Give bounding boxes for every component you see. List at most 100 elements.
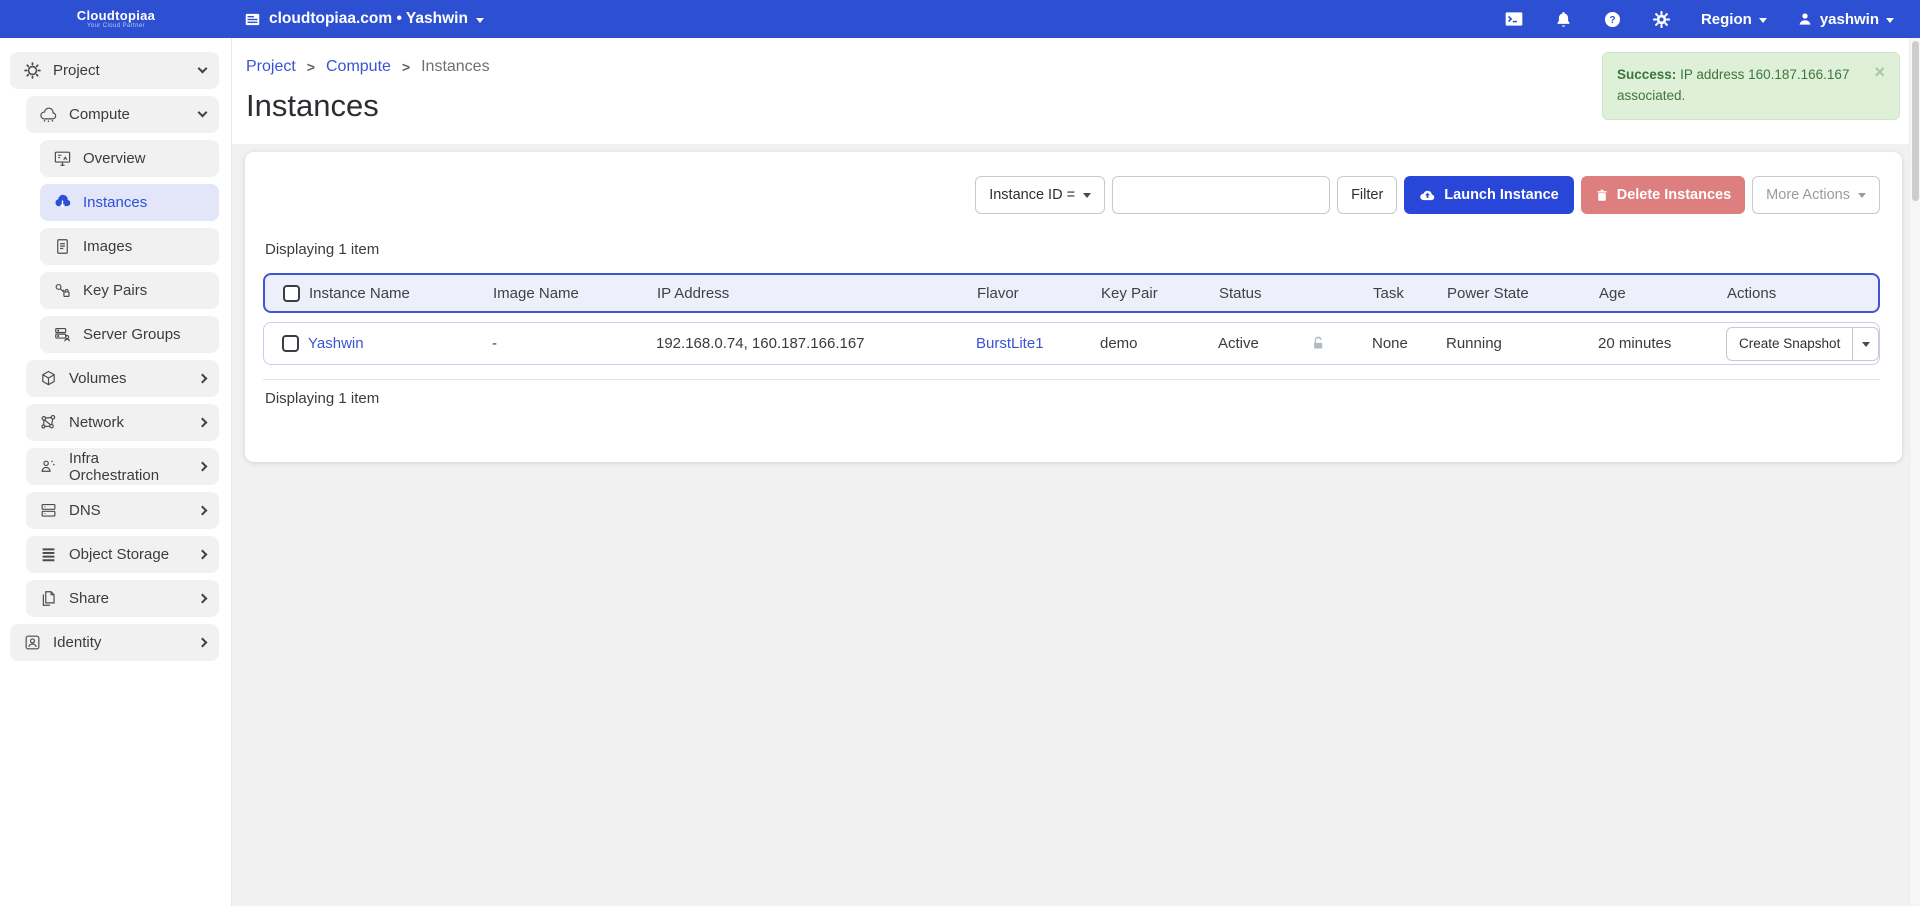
delete-instances-label: Delete Instances: [1617, 187, 1731, 203]
column-header-age[interactable]: Age: [1599, 285, 1727, 302]
breadcrumb-compute-link[interactable]: Compute: [326, 58, 391, 76]
breadcrumb-separator: >: [307, 59, 315, 75]
row-actions-dropdown-toggle[interactable]: [1852, 328, 1878, 360]
sidebar-nav: Project Compute Overview Instances: [0, 38, 232, 906]
power-state-cell: Running: [1446, 335, 1598, 352]
close-icon[interactable]: ×: [1866, 65, 1885, 107]
status-cell: Active: [1218, 335, 1372, 352]
sidebar-item-images[interactable]: Images: [40, 228, 219, 265]
filter-input[interactable]: [1112, 176, 1330, 214]
launch-instance-button[interactable]: Launch Instance: [1404, 176, 1573, 214]
lock-open-icon: [1311, 336, 1326, 351]
column-header-task[interactable]: Task: [1373, 285, 1447, 302]
more-actions-button[interactable]: More Actions: [1752, 176, 1880, 214]
sidebar-item-compute[interactable]: Compute: [26, 96, 219, 133]
create-snapshot-label: Create Snapshot: [1727, 328, 1852, 360]
list-bars-icon: [39, 545, 58, 564]
main-content: Project > Compute > Instances Instances …: [232, 38, 1920, 906]
alert-text: Success: IP address 160.187.166.167 asso…: [1617, 65, 1866, 107]
sidebar-item-label: Identity: [53, 634, 101, 651]
column-header-ip-address[interactable]: IP Address: [657, 285, 977, 302]
chevron-down-icon: [198, 108, 208, 118]
ip-address-cell: 192.168.0.74, 160.187.166.167: [656, 335, 976, 352]
region-dropdown[interactable]: Region: [1701, 11, 1767, 28]
instances-cloud-icon: [53, 193, 72, 212]
chevron-down-icon: [198, 64, 208, 74]
id-badge-icon: [23, 633, 42, 652]
chevron-right-icon: [198, 550, 208, 560]
instance-name-link[interactable]: Yashwin: [308, 335, 492, 352]
sidebar-item-server-groups[interactable]: Server Groups: [40, 316, 219, 353]
notifications-bell-button[interactable]: [1554, 10, 1573, 29]
create-snapshot-button[interactable]: Create Snapshot: [1726, 327, 1879, 361]
column-header-actions: Actions: [1727, 285, 1878, 302]
column-header-flavor[interactable]: Flavor: [977, 285, 1101, 302]
caret-down-icon: [1083, 193, 1091, 198]
sidebar-item-volumes[interactable]: Volumes: [26, 360, 219, 397]
table-toolbar: Instance ID = Filter Launch Instance: [263, 176, 1880, 214]
row-checkbox[interactable]: [282, 335, 299, 352]
column-header-power-state[interactable]: Power State: [1447, 285, 1599, 302]
success-alert: Success: IP address 160.187.166.167 asso…: [1602, 52, 1900, 120]
breadcrumb-current: Instances: [421, 58, 489, 76]
sidebar-item-label: Project: [53, 62, 100, 79]
task-cell: None: [1372, 335, 1446, 352]
project-context-switcher[interactable]: cloudtopiaa.com • Yashwin: [244, 10, 484, 28]
delete-instances-button[interactable]: Delete Instances: [1581, 176, 1745, 214]
sidebar-item-share[interactable]: Share: [26, 580, 219, 617]
sidebar-item-object-storage[interactable]: Object Storage: [26, 536, 219, 573]
settings-gear-button[interactable]: [1652, 10, 1671, 29]
sidebar-item-identity[interactable]: Identity: [10, 624, 219, 661]
column-header-status[interactable]: Status: [1219, 285, 1373, 302]
column-header-key-pair[interactable]: Key Pair: [1101, 285, 1219, 302]
document-icon: [53, 237, 72, 256]
chevron-right-icon: [198, 418, 208, 428]
brand-name: Cloudtopiaa: [77, 9, 155, 23]
user-label: yashwin: [1820, 11, 1879, 28]
caret-down-icon: [476, 18, 484, 23]
flavor-link[interactable]: BurstLite1: [976, 335, 1100, 352]
sidebar-item-key-pairs[interactable]: Key Pairs: [40, 272, 219, 309]
breadcrumb-project-link[interactable]: Project: [246, 58, 296, 76]
select-all-checkbox[interactable]: [283, 285, 300, 302]
displaying-count-top: Displaying 1 item: [265, 241, 1880, 258]
sidebar-item-label: DNS: [69, 502, 101, 519]
scrollbar-thumb[interactable]: [1912, 41, 1919, 201]
sidebar-item-label: Network: [69, 414, 124, 431]
sidebar-item-network[interactable]: Network: [26, 404, 219, 441]
console-button[interactable]: [1504, 9, 1524, 29]
instance-table-row: Yashwin - 192.168.0.74, 160.187.166.167 …: [263, 322, 1880, 365]
caret-down-icon: [1759, 18, 1767, 23]
sidebar-item-project[interactable]: Project: [10, 52, 219, 89]
brand-tagline: Your Cloud Partner: [87, 23, 145, 29]
filter-field-select[interactable]: Instance ID =: [975, 176, 1105, 214]
context-label: cloudtopiaa.com • Yashwin: [269, 10, 468, 28]
sidebar-item-infra-orchestration[interactable]: Infra Orchestration: [26, 448, 219, 485]
chevron-right-icon: [198, 462, 208, 472]
svg-text:?: ?: [1609, 14, 1615, 25]
sidebar-item-overview[interactable]: Overview: [40, 140, 219, 177]
filter-button[interactable]: Filter: [1337, 176, 1397, 214]
brand-logo[interactable]: Cloudtopiaa Your Cloud Partner: [0, 9, 232, 29]
page-scrollbar[interactable]: [1909, 38, 1920, 906]
sidebar-item-label: Compute: [69, 106, 130, 123]
sidebar-item-label: Images: [83, 238, 132, 255]
sidebar-item-dns[interactable]: DNS: [26, 492, 219, 529]
gear-icon: [23, 61, 42, 80]
column-header-image-name[interactable]: Image Name: [493, 285, 657, 302]
sidebar-item-label: Object Storage: [69, 546, 169, 563]
file-pages-icon: [39, 589, 58, 608]
more-actions-label: More Actions: [1766, 187, 1850, 203]
user-menu-dropdown[interactable]: yashwin: [1797, 11, 1894, 28]
help-button[interactable]: ?: [1603, 10, 1622, 29]
caret-down-icon: [1886, 18, 1894, 23]
chevron-right-icon: [198, 374, 208, 384]
instances-card: Instance ID = Filter Launch Instance: [245, 152, 1902, 462]
server-stack-icon: [39, 501, 58, 520]
table-header-row: Instance Name Image Name IP Address Flav…: [263, 273, 1880, 313]
key-lock-icon: [53, 281, 72, 300]
sidebar-item-instances[interactable]: Instances: [40, 184, 219, 221]
column-header-instance-name[interactable]: Instance Name: [309, 285, 493, 302]
filter-field-label: Instance ID =: [989, 187, 1075, 203]
breadcrumb-separator: >: [402, 59, 410, 75]
